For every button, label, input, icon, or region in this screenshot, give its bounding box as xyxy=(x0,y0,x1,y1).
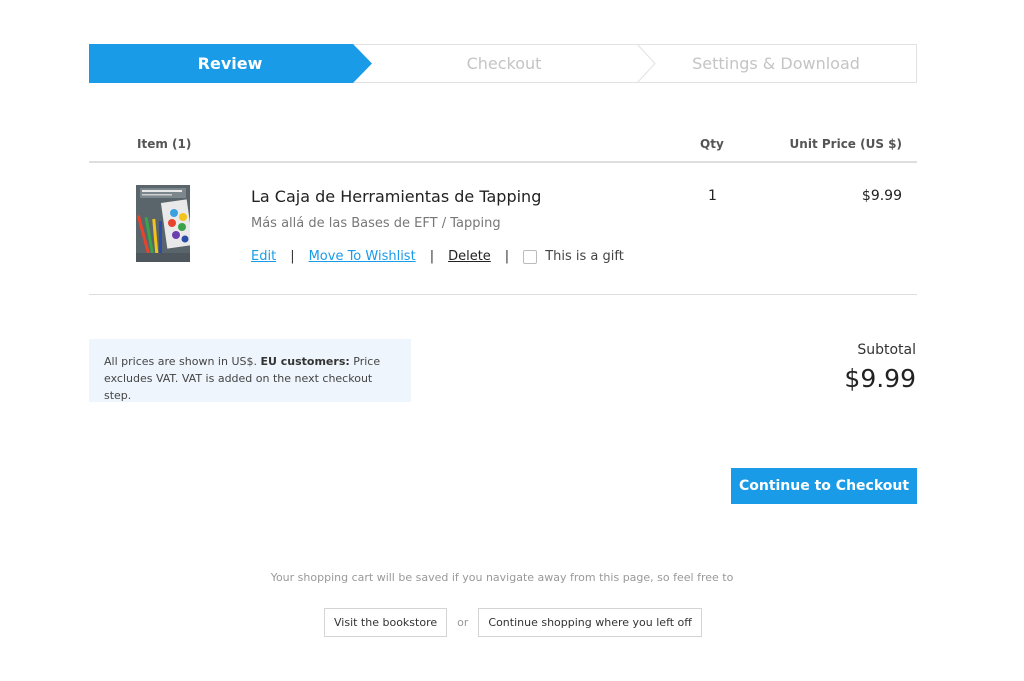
step-review[interactable]: Review xyxy=(89,45,371,82)
header-divider xyxy=(89,161,917,163)
column-header-item: Item (1) xyxy=(137,137,192,151)
subtotal-value: $9.99 xyxy=(844,364,916,393)
item-actions: Edit | Move To Wishlist | Delete | This … xyxy=(251,249,624,264)
action-separator: | xyxy=(504,249,510,264)
action-separator: | xyxy=(429,249,435,264)
row-divider xyxy=(89,294,917,295)
gift-checkbox-label[interactable]: This is a gift xyxy=(545,249,624,264)
item-title[interactable]: La Caja de Herramientas de Tapping xyxy=(251,187,541,206)
item-quantity: 1 xyxy=(708,188,717,204)
gift-checkbox[interactable] xyxy=(523,249,538,264)
move-to-wishlist-link[interactable]: Move To Wishlist xyxy=(309,249,416,264)
footer-buttons: Visit the bookstore or Continue shopping… xyxy=(324,608,702,637)
column-header-unit-price: Unit Price (US $) xyxy=(789,137,902,151)
item-subtitle: Más allá de las Bases de EFT / Tapping xyxy=(251,216,501,231)
delete-link[interactable]: Delete xyxy=(448,249,491,264)
step-checkout[interactable]: Checkout xyxy=(390,45,618,82)
vat-info-prefix: All prices are shown in US$. xyxy=(104,355,261,368)
vat-info-bold: EU customers: xyxy=(260,355,350,368)
cart-saved-note: Your shopping cart will be saved if you … xyxy=(270,571,734,584)
vat-info-box: All prices are shown in US$. EU customer… xyxy=(89,339,411,402)
continue-to-checkout-button[interactable]: Continue to Checkout xyxy=(731,468,917,504)
column-header-qty: Qty xyxy=(700,137,724,151)
item-unit-price: $9.99 xyxy=(861,188,902,204)
or-text: or xyxy=(457,616,469,629)
step-settings-download[interactable]: Settings & Download xyxy=(635,45,917,82)
checkout-stepper: Review Checkout Settings & Download xyxy=(89,44,917,83)
subtotal-label: Subtotal xyxy=(857,342,916,358)
continue-shopping-button[interactable]: Continue shopping where you left off xyxy=(478,608,702,637)
book-cover-image[interactable] xyxy=(136,185,190,262)
action-separator: | xyxy=(290,249,295,264)
edit-link[interactable]: Edit xyxy=(251,249,276,264)
visit-bookstore-button[interactable]: Visit the bookstore xyxy=(324,608,448,637)
